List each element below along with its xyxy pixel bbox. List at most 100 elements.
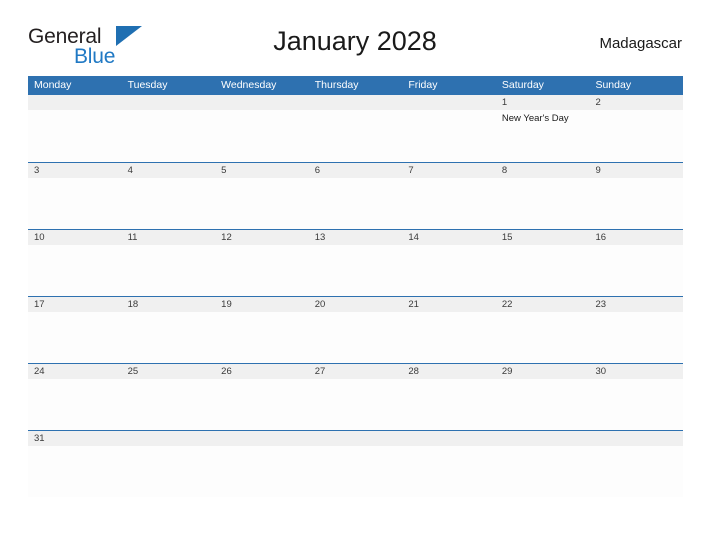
weekday-header-thursday: Thursday bbox=[314, 79, 359, 91]
day-number[interactable]: 25 bbox=[122, 364, 216, 379]
day-number[interactable]: 22 bbox=[496, 297, 590, 312]
day-number[interactable]: 31 bbox=[28, 431, 122, 446]
day-number[interactable]: 4 bbox=[122, 163, 216, 178]
day-number-band: 1 2 bbox=[28, 95, 683, 110]
day-number[interactable] bbox=[589, 431, 683, 446]
day-number[interactable]: 10 bbox=[28, 230, 122, 245]
day-event bbox=[309, 379, 403, 429]
day-event bbox=[496, 178, 590, 228]
day-number-band: 17 18 19 20 21 22 23 bbox=[28, 297, 683, 312]
day-number[interactable]: 9 bbox=[589, 163, 683, 178]
day-event bbox=[215, 312, 309, 362]
day-number[interactable]: 5 bbox=[215, 163, 309, 178]
day-event bbox=[589, 178, 683, 228]
day-number[interactable]: 23 bbox=[589, 297, 683, 312]
day-event bbox=[589, 379, 683, 429]
day-number[interactable]: 19 bbox=[215, 297, 309, 312]
calendar-page: General Blue January 2028 Madagascar Mon… bbox=[0, 0, 712, 550]
day-number[interactable]: 28 bbox=[402, 364, 496, 379]
day-number[interactable]: 14 bbox=[402, 230, 496, 245]
day-number[interactable]: 21 bbox=[402, 297, 496, 312]
day-number[interactable]: 2 bbox=[589, 95, 683, 110]
weekday-header-wednesday: Wednesday bbox=[221, 79, 277, 91]
day-event-band bbox=[28, 245, 683, 295]
day-event bbox=[215, 379, 309, 429]
day-number[interactable] bbox=[215, 431, 309, 446]
day-number[interactable]: 13 bbox=[309, 230, 403, 245]
day-event bbox=[122, 379, 216, 429]
page-title: January 2028 bbox=[273, 26, 437, 56]
day-number[interactable] bbox=[309, 431, 403, 446]
day-event bbox=[28, 446, 122, 496]
day-event-band bbox=[28, 446, 683, 496]
day-number[interactable] bbox=[122, 95, 216, 110]
day-event bbox=[402, 312, 496, 362]
week-row: 31 bbox=[28, 430, 683, 497]
day-number[interactable]: 26 bbox=[215, 364, 309, 379]
day-event: New Year's Day bbox=[501, 113, 569, 124]
day-number[interactable] bbox=[309, 95, 403, 110]
day-event bbox=[589, 245, 683, 295]
day-event bbox=[215, 245, 309, 295]
day-event bbox=[496, 446, 590, 496]
day-event bbox=[402, 245, 496, 295]
day-number-band: 24 25 26 27 28 29 30 bbox=[28, 364, 683, 379]
day-event bbox=[402, 446, 496, 496]
day-number[interactable] bbox=[122, 431, 216, 446]
day-number[interactable] bbox=[402, 95, 496, 110]
weekday-header-row: Monday Tuesday Wednesday Thursday Friday… bbox=[28, 76, 683, 95]
day-number[interactable]: 24 bbox=[28, 364, 122, 379]
day-number[interactable]: 20 bbox=[309, 297, 403, 312]
day-event bbox=[589, 110, 683, 160]
weekday-header-tuesday: Tuesday bbox=[127, 79, 168, 91]
day-number[interactable]: 3 bbox=[28, 163, 122, 178]
day-number[interactable]: 12 bbox=[215, 230, 309, 245]
weekday-header-friday: Friday bbox=[408, 79, 438, 91]
day-event bbox=[122, 110, 216, 160]
day-event-band bbox=[28, 312, 683, 362]
day-number[interactable] bbox=[28, 95, 122, 110]
day-number[interactable]: 17 bbox=[28, 297, 122, 312]
day-number[interactable]: 11 bbox=[122, 230, 216, 245]
day-number[interactable]: 16 bbox=[589, 230, 683, 245]
day-event bbox=[589, 312, 683, 362]
day-number[interactable]: 27 bbox=[309, 364, 403, 379]
day-event bbox=[28, 312, 122, 362]
day-number[interactable] bbox=[402, 431, 496, 446]
day-number[interactable]: 1 bbox=[496, 95, 590, 110]
day-event bbox=[309, 446, 403, 496]
day-event bbox=[28, 110, 122, 160]
week-row: 24 25 26 27 28 29 30 bbox=[28, 363, 683, 430]
day-event bbox=[309, 178, 403, 228]
day-number[interactable]: 7 bbox=[402, 163, 496, 178]
day-event bbox=[122, 245, 216, 295]
day-event bbox=[496, 245, 590, 295]
day-number[interactable] bbox=[215, 95, 309, 110]
day-event bbox=[122, 446, 216, 496]
day-event bbox=[215, 446, 309, 496]
day-event bbox=[309, 245, 403, 295]
day-event bbox=[309, 312, 403, 362]
day-event bbox=[402, 379, 496, 429]
calendar-grid: Monday Tuesday Wednesday Thursday Friday… bbox=[28, 76, 683, 497]
day-number-band: 10 11 12 13 14 15 16 bbox=[28, 230, 683, 245]
day-event-band bbox=[28, 379, 683, 429]
day-number[interactable]: 29 bbox=[496, 364, 590, 379]
day-event bbox=[309, 110, 403, 160]
week-row: 1 2 New Year's Day bbox=[28, 95, 683, 162]
day-event bbox=[28, 379, 122, 429]
day-event bbox=[28, 178, 122, 228]
day-event bbox=[215, 178, 309, 228]
day-event bbox=[402, 178, 496, 228]
day-event bbox=[496, 379, 590, 429]
day-number[interactable]: 8 bbox=[496, 163, 590, 178]
day-number[interactable]: 30 bbox=[589, 364, 683, 379]
day-number[interactable] bbox=[496, 431, 590, 446]
day-number-band: 31 bbox=[28, 431, 683, 446]
day-number[interactable]: 6 bbox=[309, 163, 403, 178]
day-number[interactable]: 18 bbox=[122, 297, 216, 312]
day-event bbox=[215, 110, 309, 160]
day-event bbox=[496, 312, 590, 362]
day-number[interactable]: 15 bbox=[496, 230, 590, 245]
day-event-band: New Year's Day bbox=[28, 110, 683, 160]
